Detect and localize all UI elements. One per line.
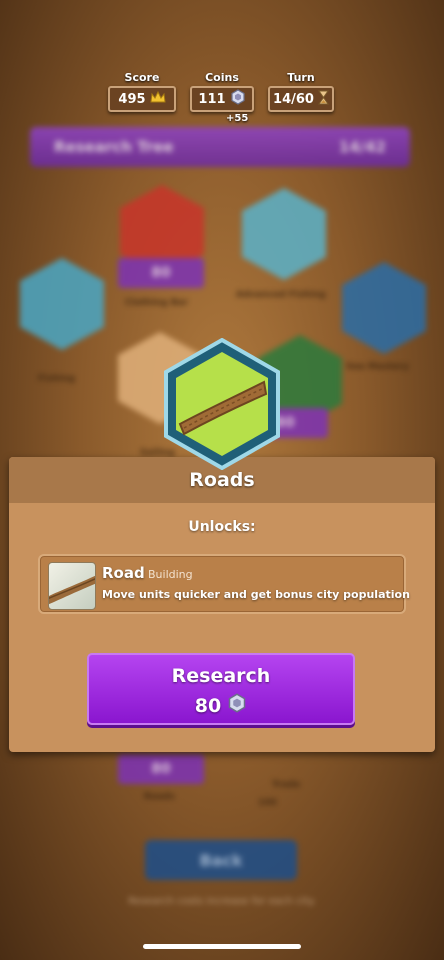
research-cost: 80: [89, 693, 353, 718]
turn-value: 14/60: [273, 91, 314, 107]
unlocks-label: Unlocks:: [188, 519, 256, 535]
score-box: 495: [108, 86, 176, 112]
coins-stat: Coins 111: [190, 71, 254, 112]
tech-node-sea-mastery[interactable]: [342, 262, 426, 354]
unlock-item-description: Move units quicker and get bonus city po…: [102, 588, 410, 601]
research-tree-count: 14/42: [338, 138, 386, 156]
hourglass-icon: [318, 90, 329, 109]
roads-tech-icon: [162, 337, 282, 471]
tech-label: Trade: [272, 780, 301, 790]
score-value: 495: [118, 91, 146, 107]
score-label: Score: [124, 71, 160, 84]
back-button[interactable]: Back: [145, 840, 297, 880]
tech-label: Roads: [144, 792, 175, 802]
crown-icon: [149, 90, 166, 108]
tech-label: Clothing Bar: [125, 298, 189, 308]
footer-note: Research costs increase for each city.: [128, 896, 316, 907]
research-tree-header: Research Tree 14/42: [30, 127, 410, 167]
tech-cost-tag: 80: [118, 258, 204, 288]
coin-icon: [227, 693, 247, 718]
tech-label: Advanced Fishing: [236, 290, 326, 300]
tech-cost-label: 100: [258, 798, 277, 808]
turn-box: 14/60: [268, 86, 334, 112]
unlock-item-type: Building: [148, 568, 193, 581]
turn-stat: Turn 14/60: [268, 71, 334, 112]
coin-icon: [230, 89, 246, 109]
tech-cost-tag: 80: [118, 754, 204, 784]
research-button[interactable]: Research 80: [87, 653, 355, 725]
unlock-item-road[interactable]: Road Building Move units quicker and get…: [38, 554, 410, 614]
unlock-item-name: Road: [102, 564, 145, 582]
coins-box: 111: [190, 86, 254, 112]
score-stat: Score 495: [108, 71, 176, 112]
research-tree-title: Research Tree: [54, 138, 174, 156]
turn-label: Turn: [287, 71, 315, 84]
tech-detail-modal: Roads Unlocks: Road Building Move units …: [9, 457, 435, 752]
coins-income: +55: [226, 113, 249, 124]
tech-label: Sea Mastery: [346, 362, 409, 372]
home-indicator[interactable]: [143, 944, 301, 949]
tech-node-advanced-fishing[interactable]: [242, 188, 326, 280]
research-label: Research: [171, 665, 271, 687]
coins-label: Coins: [205, 71, 239, 84]
coins-value: 111: [198, 91, 226, 107]
tech-node-fishing[interactable]: [20, 258, 104, 350]
research-cost-value: 80: [194, 694, 222, 717]
road-icon: [48, 562, 96, 610]
tech-label: Fishing: [38, 374, 75, 384]
